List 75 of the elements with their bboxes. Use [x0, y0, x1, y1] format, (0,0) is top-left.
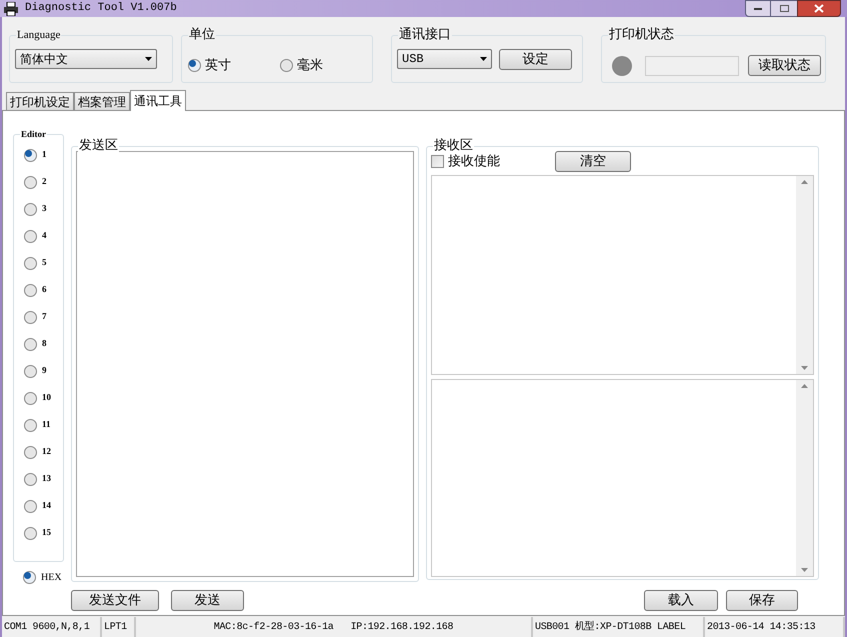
option-label: 4: [42, 229, 46, 242]
tab[interactable]: 通讯工具: [130, 90, 186, 111]
radio-button[interactable]: [24, 148, 37, 162]
group-label: 通讯接口: [398, 27, 452, 43]
checkbox-label: 接收使能: [448, 152, 500, 171]
radio-button[interactable]: [24, 526, 37, 540]
scrollbar[interactable]: [796, 380, 813, 576]
scroll-up-icon[interactable]: [801, 180, 808, 184]
option-label: 12: [42, 445, 51, 458]
option-label: 毫米: [297, 56, 323, 75]
tab[interactable]: 打印机设定: [6, 92, 74, 110]
option-label: 5: [42, 256, 46, 270]
status-light-icon: [612, 56, 632, 76]
push-button[interactable]: 设定: [499, 49, 572, 70]
radio-button[interactable]: [23, 571, 36, 584]
option-label: 14: [42, 499, 51, 512]
caret-icon: [480, 57, 487, 61]
radio-button[interactable]: [280, 59, 293, 72]
status-text: COM1 9600,N,8,1: [4, 620, 90, 634]
option-label: 15: [42, 526, 51, 540]
scroll-down-icon[interactable]: [801, 366, 808, 370]
radio-button[interactable]: [24, 392, 37, 404]
option-label: 2: [42, 175, 46, 188]
option-label: 8: [42, 337, 46, 350]
push-button[interactable]: 载入: [644, 590, 718, 611]
push-button[interactable]: 读取状态: [748, 55, 821, 76]
option-label: 7: [42, 310, 46, 324]
radio-button[interactable]: [24, 284, 37, 296]
caret-icon: [145, 57, 152, 61]
dropdown[interactable]: USB: [397, 49, 492, 69]
radio-button[interactable]: [24, 176, 37, 188]
option-label: 13: [42, 472, 51, 486]
group-label: 接收区: [433, 138, 474, 154]
radio-button[interactable]: [24, 472, 37, 486]
scrollbar[interactable]: [796, 176, 813, 374]
option-label: 6: [42, 283, 46, 296]
radio-button[interactable]: [24, 202, 37, 216]
radio-button[interactable]: [24, 338, 37, 350]
group-label: 打印机状态: [608, 27, 675, 43]
status-text: LPT1: [104, 620, 127, 634]
option-label: HEX: [41, 571, 62, 585]
radio-button[interactable]: [24, 256, 37, 270]
radio-button[interactable]: [24, 418, 37, 432]
push-button[interactable]: 清空: [555, 151, 631, 172]
radio-button[interactable]: [188, 59, 201, 72]
push-button[interactable]: 发送: [171, 590, 244, 611]
dropdown[interactable]: 简体中文: [15, 49, 157, 69]
close-button[interactable]: [797, 0, 841, 17]
tab[interactable]: 档案管理: [74, 92, 130, 110]
push-button[interactable]: 保存: [726, 590, 798, 611]
status-text: 2013-06-14 14:35:13: [707, 620, 816, 634]
option-label: 10: [42, 391, 51, 404]
push-button[interactable]: 发送文件: [71, 590, 159, 611]
option-label: 3: [42, 202, 46, 216]
radio-button[interactable]: [24, 230, 37, 242]
status-text: USB001 机型:XP-DT108B LABEL: [535, 620, 686, 634]
option-label: 1: [42, 148, 46, 162]
status-text: MAC:8c-f2-28-03-16-1a IP:192.168.192.168: [214, 620, 454, 634]
maximize-button[interactable]: [771, 0, 797, 17]
window-title: Diagnostic Tool V1.007b: [25, 1, 177, 16]
minimize-button[interactable]: [745, 0, 771, 17]
group-label: 发送区: [78, 138, 119, 154]
checkbox[interactable]: [431, 155, 444, 168]
radio-button[interactable]: [24, 500, 37, 512]
scroll-down-icon[interactable]: [801, 568, 808, 572]
group-label: 单位: [188, 27, 216, 43]
option-label: 9: [42, 364, 46, 378]
scroll-up-icon[interactable]: [801, 384, 808, 388]
radio-button[interactable]: [24, 446, 37, 458]
option-label: 11: [42, 418, 51, 432]
radio-button[interactable]: [24, 364, 37, 378]
close-icon: [814, 4, 824, 13]
printer-icon: [3, 2, 19, 16]
option-label: 英寸: [205, 56, 231, 75]
radio-button[interactable]: [24, 310, 37, 324]
